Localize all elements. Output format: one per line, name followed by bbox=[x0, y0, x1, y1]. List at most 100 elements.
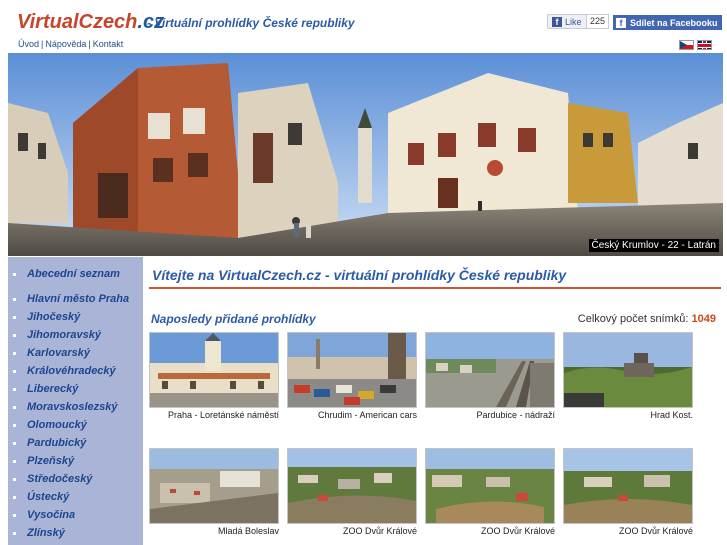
sidebar-item-vysocina[interactable]: Vysočina bbox=[8, 506, 143, 524]
thumbnail-image[interactable] bbox=[425, 332, 555, 408]
main-content: Vítejte na VirtualCzech.cz - virtuální p… bbox=[143, 257, 723, 545]
bullet-icon bbox=[13, 513, 16, 517]
thumbnail-caption[interactable]: ZOO Dvůr Králové bbox=[481, 526, 555, 536]
thumbnail-caption[interactable]: ZOO Dvůr Králové bbox=[619, 526, 693, 536]
thumbnail-graphic bbox=[288, 449, 416, 523]
thumbnail-card[interactable]: Praha - Loretánské náměstí bbox=[149, 332, 279, 424]
thumbnail-caption[interactable]: Hrad Kost. bbox=[650, 410, 693, 420]
bullet-icon bbox=[13, 333, 16, 337]
sidebar-item-liberecky[interactable]: Liberecký bbox=[8, 380, 143, 398]
thumbnail-caption[interactable]: Praha - Loretánské náměstí bbox=[168, 410, 279, 420]
sidebar-item-label: Moravskoslezský bbox=[27, 401, 118, 413]
sidebar-item-label: Abecední seznam bbox=[27, 268, 120, 280]
bullet-icon bbox=[13, 315, 16, 319]
nav-separator: | bbox=[41, 39, 44, 49]
region-sidebar: Abecední seznam Hlavní město Praha Jihoč… bbox=[8, 257, 143, 545]
thumbnail-caption[interactable]: ZOO Dvůr Králové bbox=[343, 526, 417, 536]
header: VirtualCzech.cz - Virtuální prohlídky Če… bbox=[8, 8, 723, 53]
sidebar-item-label: Jihomoravský bbox=[27, 329, 101, 341]
sidebar-item-jihomoravsky[interactable]: Jihomoravský bbox=[8, 326, 143, 344]
page: VirtualCzech.cz - Virtuální prohlídky Če… bbox=[8, 8, 723, 545]
sidebar-item-label: Liberecký bbox=[27, 383, 79, 395]
language-switcher bbox=[679, 40, 712, 50]
thumbnail-image[interactable] bbox=[149, 332, 279, 408]
thumbnail-graphic bbox=[426, 449, 554, 523]
sidebar-item-label: Královéhradecký bbox=[27, 365, 116, 377]
bullet-icon bbox=[13, 369, 16, 373]
thumbnail-caption[interactable]: Chrudim - American cars bbox=[318, 410, 417, 420]
bullet-icon bbox=[13, 531, 16, 535]
nav-home-link[interactable]: Úvod bbox=[18, 39, 39, 49]
bullet-icon bbox=[13, 405, 16, 409]
sidebar-item-stredocesky[interactable]: Středočeský bbox=[8, 470, 143, 488]
bullet-icon bbox=[13, 387, 16, 391]
thumbnail-card[interactable]: Mladá Boleslav bbox=[149, 448, 279, 540]
top-nav: Úvod | Nápověda | Kontakt bbox=[18, 39, 123, 49]
facebook-like-count: 225 bbox=[586, 14, 610, 29]
sidebar-item-alphabetical[interactable]: Abecední seznam bbox=[8, 265, 143, 283]
total-count: Celkový počet snímků: 1049 bbox=[578, 313, 716, 325]
thumbnail-image[interactable] bbox=[425, 448, 555, 524]
thumbnail-graphic bbox=[150, 449, 278, 523]
thumbnail-card[interactable]: ZOO Dvůr Králové bbox=[287, 448, 417, 540]
facebook-icon: f bbox=[616, 17, 626, 28]
sidebar-item-praha[interactable]: Hlavní město Praha bbox=[8, 290, 143, 308]
thumbnail-image[interactable] bbox=[287, 448, 417, 524]
facebook-icon: f bbox=[552, 16, 562, 27]
sidebar-item-label: Jihočeský bbox=[27, 311, 81, 323]
sidebar-item-label: Hlavní město Praha bbox=[27, 293, 130, 305]
panorama-banner[interactable]: Český Krumlov - 22 - Latrán bbox=[8, 53, 723, 256]
bullet-icon bbox=[13, 423, 16, 427]
facebook-share-button[interactable]: f Sdílet na Facebooku bbox=[613, 15, 722, 30]
sidebar-item-zlinsky[interactable]: Zlínský bbox=[8, 524, 143, 542]
recent-tours-heading: Naposledy přidané prohlídky bbox=[151, 312, 316, 326]
site-tagline: - Virtuální prohlídky České republiky bbox=[147, 16, 355, 30]
thumbnail-caption[interactable]: Mladá Boleslav bbox=[218, 526, 279, 536]
logo-main: VirtualCzech bbox=[17, 11, 138, 33]
thumbnail-graphic bbox=[426, 333, 554, 407]
bullet-icon bbox=[13, 459, 16, 463]
bullet-icon bbox=[13, 297, 16, 301]
thumbnail-card[interactable]: Chrudim - American cars bbox=[287, 332, 417, 424]
thumbnail-graphic bbox=[288, 333, 416, 407]
title-divider bbox=[149, 287, 721, 289]
sidebar-item-jihocesky[interactable]: Jihočeský bbox=[8, 308, 143, 326]
sidebar-item-plzensky[interactable]: Plzeňský bbox=[8, 452, 143, 470]
page-title: Vítejte na VirtualCzech.cz - virtuální p… bbox=[152, 267, 567, 283]
thumbnail-caption[interactable]: Pardubice - nádraží bbox=[476, 410, 555, 420]
thumbnail-graphic bbox=[564, 333, 692, 407]
thumbnail-card[interactable]: Hrad Kost. bbox=[563, 332, 693, 424]
sidebar-item-label: Olomoucký bbox=[27, 419, 87, 431]
panorama-caption: Český Krumlov - 22 - Latrán bbox=[588, 239, 719, 252]
czech-flag-icon[interactable] bbox=[679, 40, 694, 50]
thumbnail-card[interactable]: ZOO Dvůr Králové bbox=[425, 448, 555, 540]
thumbnail-image[interactable] bbox=[563, 448, 693, 524]
panorama-image bbox=[8, 53, 723, 256]
thumbnail-image[interactable] bbox=[287, 332, 417, 408]
nav-help-link[interactable]: Nápověda bbox=[45, 39, 86, 49]
thumbnail-image[interactable] bbox=[149, 448, 279, 524]
sidebar-item-kralovehradecky[interactable]: Královéhradecký bbox=[8, 362, 143, 380]
sidebar-item-karlovarsky[interactable]: Karlovarský bbox=[8, 344, 143, 362]
thumbnail-card[interactable]: Pardubice - nádraží bbox=[425, 332, 555, 424]
facebook-like-label: Like bbox=[565, 16, 582, 27]
sidebar-item-ustecky[interactable]: Ústecký bbox=[8, 488, 143, 506]
thumbnail-card[interactable]: ZOO Dvůr Králové bbox=[563, 448, 693, 540]
facebook-like-button[interactable]: f Like bbox=[547, 14, 587, 29]
sidebar-item-olomoucky[interactable]: Olomoucký bbox=[8, 416, 143, 434]
bullet-icon bbox=[13, 495, 16, 499]
site-logo[interactable]: VirtualCzech.cz bbox=[17, 11, 164, 34]
sidebar-item-moravskoslezsky[interactable]: Moravskoslezský bbox=[8, 398, 143, 416]
nav-contact-link[interactable]: Kontakt bbox=[93, 39, 124, 49]
thumbnail-graphic bbox=[564, 449, 692, 523]
english-flag-icon[interactable] bbox=[697, 40, 712, 50]
nav-separator: | bbox=[88, 39, 91, 49]
bullet-icon bbox=[13, 272, 16, 276]
bullet-icon bbox=[13, 351, 16, 355]
total-count-value: 1049 bbox=[691, 313, 716, 325]
sidebar-item-label: Karlovarský bbox=[27, 347, 90, 359]
thumbnail-image[interactable] bbox=[563, 332, 693, 408]
thumbnail-graphic bbox=[150, 333, 278, 407]
sidebar-item-label: Ústecký bbox=[27, 491, 70, 503]
sidebar-item-pardubicky[interactable]: Pardubický bbox=[8, 434, 143, 452]
